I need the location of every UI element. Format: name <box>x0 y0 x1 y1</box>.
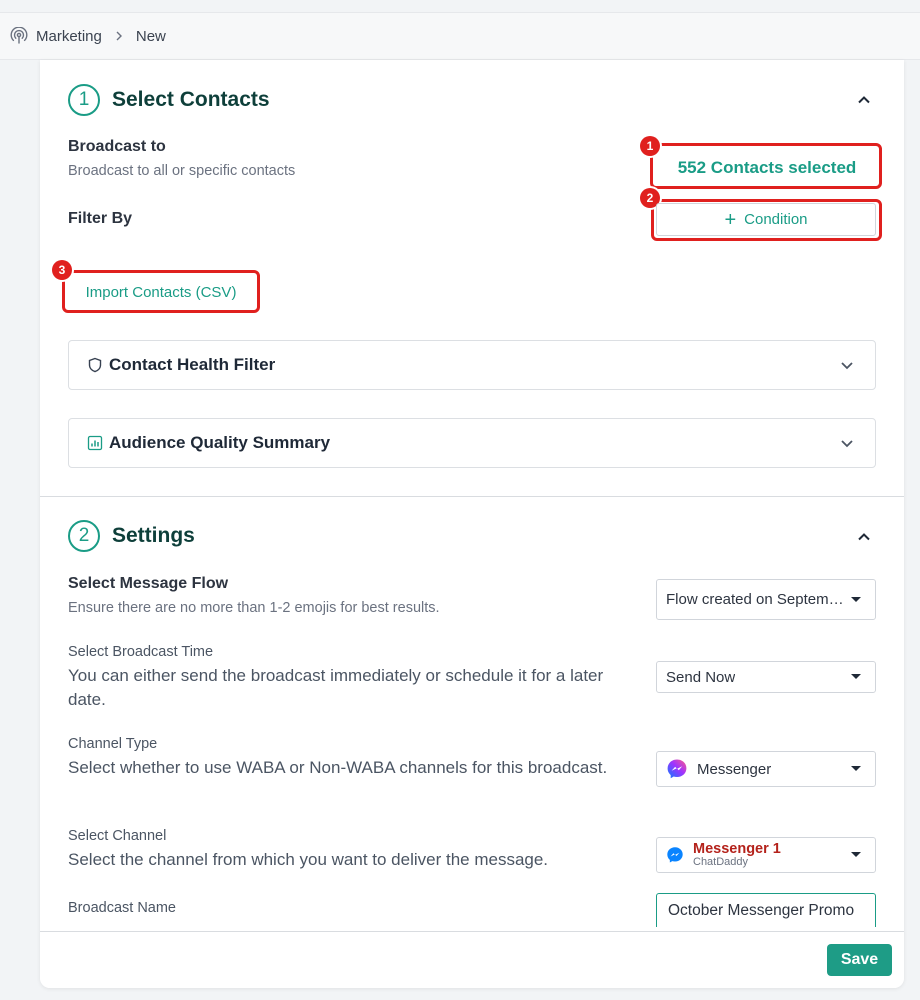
broadcast-to-description: Broadcast to all or specific contacts <box>68 163 296 179</box>
broadcast-icon <box>10 27 28 45</box>
message-flow-select[interactable]: Flow created on September <box>656 579 876 620</box>
message-flow-description: Ensure there are no more than 1-2 emojis… <box>68 600 440 616</box>
chevron-right-icon <box>114 30 124 42</box>
settings-header[interactable]: 2 Settings <box>68 520 195 552</box>
add-condition-button[interactable]: + Condition <box>656 203 876 236</box>
broadcast-name-label: Broadcast Name <box>68 900 176 916</box>
plus-icon: + <box>724 208 737 231</box>
contact-health-filter-accordion[interactable]: Contact Health Filter <box>68 340 876 390</box>
breadcrumb: Marketing New <box>0 12 920 60</box>
audience-quality-summary-title: Audience Quality Summary <box>109 433 331 452</box>
broadcast-to-label: Broadcast to <box>68 138 166 155</box>
form-footer: Save <box>40 931 904 988</box>
broadcast-time-select[interactable]: Send Now <box>656 661 876 693</box>
section-title: Settings <box>112 524 195 547</box>
channel-type-description: Select whether to use WABA or Non-WABA c… <box>68 758 608 777</box>
contact-health-filter-title: Contact Health Filter <box>109 355 276 374</box>
section-divider <box>40 496 904 497</box>
channel-label: Select Channel <box>68 828 167 844</box>
filter-by-label: Filter By <box>68 210 133 227</box>
broadcast-time-label: Select Broadcast Time <box>68 644 214 660</box>
breadcrumb-marketing[interactable]: Marketing <box>36 28 102 45</box>
caret-down-icon <box>851 766 861 771</box>
message-flow-value: Flow created on September <box>666 591 849 608</box>
broadcast-form-card: 1 Select Contacts Broadcast to Broadcast… <box>40 60 904 988</box>
step-number: 2 <box>68 520 100 552</box>
import-contacts-csv-button[interactable]: Import Contacts (CSV) <box>66 274 256 310</box>
broadcast-name-input[interactable] <box>656 893 876 927</box>
audience-quality-summary-accordion[interactable]: Audience Quality Summary <box>68 418 876 468</box>
channel-type-select[interactable]: Messenger <box>656 751 876 787</box>
message-flow-label: Select Message Flow <box>68 575 229 592</box>
broadcast-time-value: Send Now <box>666 668 736 686</box>
step-number: 1 <box>68 84 100 116</box>
select-contacts-header[interactable]: 1 Select Contacts <box>68 84 270 116</box>
chevron-down-icon <box>839 357 855 373</box>
caret-down-icon <box>851 852 861 857</box>
channel-type-value: Messenger <box>697 760 772 778</box>
caret-down-icon <box>851 596 861 602</box>
chevron-down-icon <box>839 435 855 451</box>
channel-description: Select the channel from which you want t… <box>68 850 549 869</box>
contacts-selected-link[interactable]: 552 Contacts selected <box>656 148 878 188</box>
channel-name: Messenger 1 <box>693 840 781 857</box>
breadcrumb-new: New <box>135 27 166 45</box>
channel-account: ChatDaddy <box>693 855 749 868</box>
caret-down-icon <box>851 674 861 679</box>
chart-icon <box>87 435 103 451</box>
section-title: Select Contacts <box>112 88 270 111</box>
chevron-up-icon[interactable] <box>856 529 872 545</box>
channel-type-label: Channel Type <box>68 736 158 752</box>
shield-icon <box>87 357 103 373</box>
channel-select[interactable]: Messenger 1 ChatDaddy <box>656 837 876 873</box>
broadcast-time-description: You can either send the broadcast immedi… <box>68 666 604 709</box>
save-button[interactable]: Save <box>827 944 892 976</box>
chevron-up-icon[interactable] <box>856 92 872 108</box>
messenger-icon <box>666 846 684 864</box>
messenger-icon <box>666 758 688 780</box>
condition-label: Condition <box>744 211 808 228</box>
